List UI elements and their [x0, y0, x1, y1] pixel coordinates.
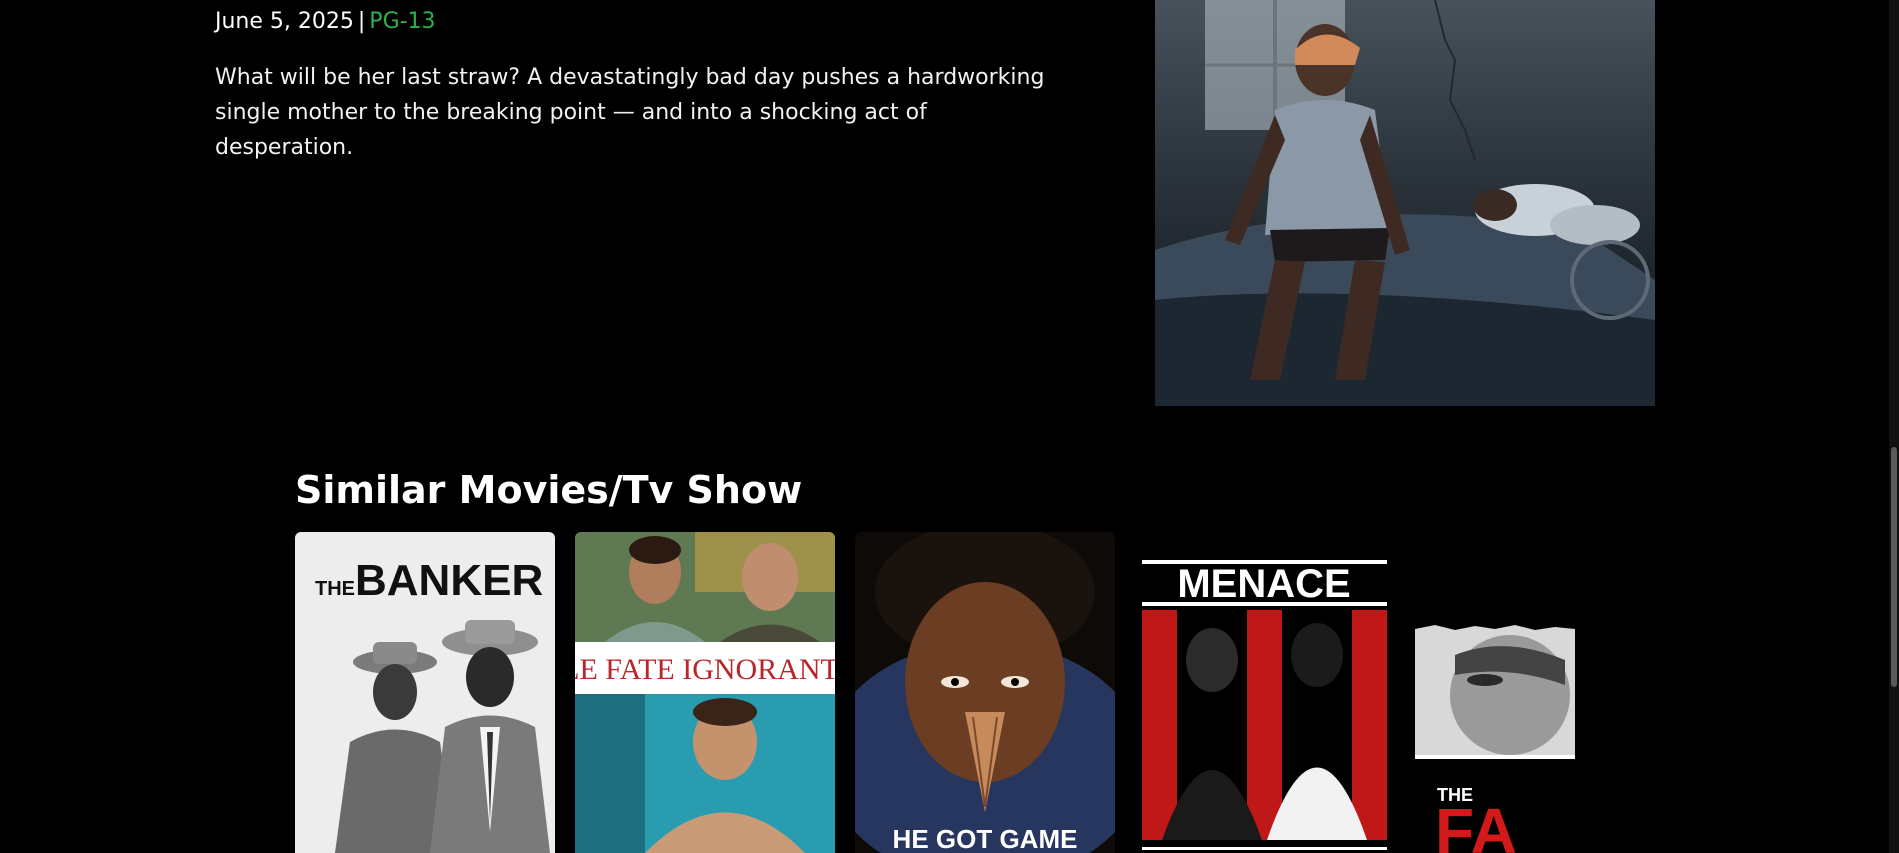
similar-card-he-got-game[interactable]: HE GOT GAME [855, 532, 1115, 853]
synopsis: What will be her last straw? A devastati… [215, 65, 1045, 160]
page-scrollbar[interactable] [1889, 0, 1899, 853]
meta-separator: | [357, 9, 366, 34]
poster-the-fan: THE FA [1415, 625, 1575, 853]
poster-title: HE GOT GAME [893, 824, 1078, 853]
hero-poster [1155, 0, 1655, 406]
release-date: June 5, 2025 [215, 9, 354, 34]
hero-poster-art [1155, 0, 1655, 406]
rating-badge: PG-13 [369, 9, 436, 34]
similar-heading: Similar Movies/Tv Show [295, 468, 803, 512]
movie-detail-page: June 5, 2025 | PG-13 What will be her last… [0, 0, 1899, 853]
release-meta: June 5, 2025 | PG-13 [215, 8, 436, 36]
poster-menace: MENACE [1142, 560, 1387, 850]
poster-title: BANKER [355, 556, 543, 605]
poster-title: MENACE [1177, 562, 1350, 606]
poster-the-banker: THE BANKER [315, 556, 550, 853]
similar-card-the-fan[interactable]: THE FA [1415, 625, 1575, 853]
poster-le-fate-ignoranti: LE FATE IGNORANTI [575, 532, 835, 853]
scrollbar-thumb[interactable] [1891, 447, 1897, 687]
poster-title: FA [1435, 795, 1517, 853]
poster-title-prefix: THE [315, 578, 355, 600]
poster-he-got-game: HE GOT GAME [855, 532, 1115, 853]
similar-card-the-banker[interactable]: THE BANKER [295, 532, 555, 853]
poster-title: LE FATE IGNORANTI [575, 653, 835, 686]
similar-card-le-fate-ignoranti[interactable]: LE FATE IGNORANTI [575, 532, 835, 853]
similar-card-menace[interactable]: MENACE [1142, 560, 1387, 853]
